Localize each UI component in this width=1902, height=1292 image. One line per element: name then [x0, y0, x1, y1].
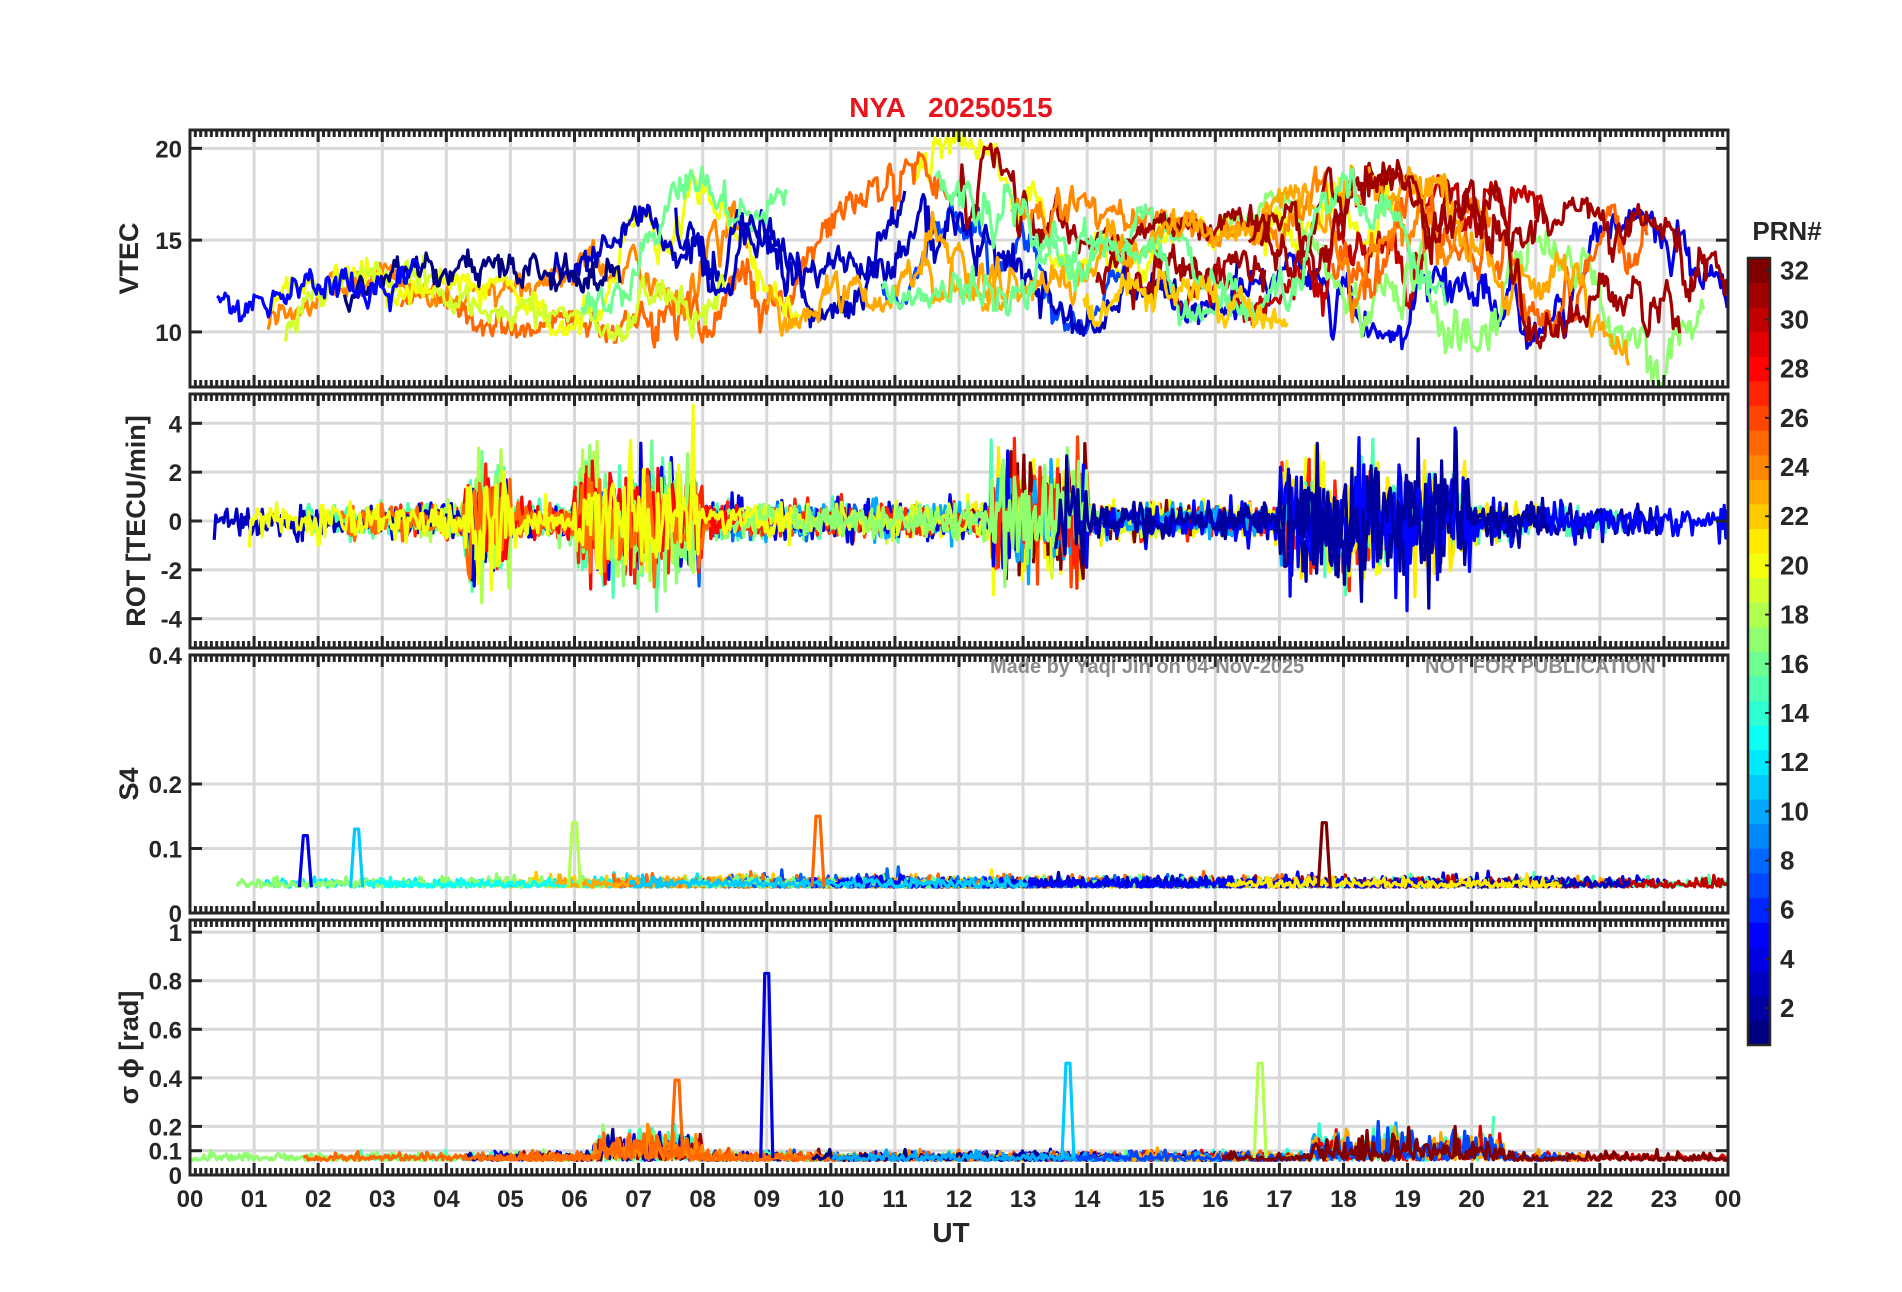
panel-sigma_phi: 00.10.20.40.60.81σ ϕ [rad] — [114, 918, 1730, 1190]
grid — [190, 920, 1728, 1175]
colorbar-tick-label: 2 — [1780, 993, 1794, 1023]
colorbar-segment — [1748, 1020, 1770, 1046]
x-tick-label: 00 — [177, 1186, 204, 1213]
y-tick-label: 0.2 — [149, 772, 182, 799]
x-tick-label: 17 — [1266, 1186, 1293, 1213]
colorbar-segment — [1748, 676, 1770, 702]
x-tick-label: 11 — [882, 1186, 907, 1213]
colorbar-tick-label: 24 — [1780, 452, 1809, 482]
colorbar-segment — [1748, 430, 1770, 456]
figure: NYA 20250515 101520VTEC-4-2024ROT [TECU/… — [114, 92, 1822, 1248]
y-tick-label: 0.4 — [149, 643, 183, 670]
x-tick-label: 06 — [561, 1186, 588, 1213]
y-axis-label: VTEC — [114, 222, 144, 294]
x-tick-label: 03 — [369, 1186, 396, 1213]
y-tick-label: 20 — [155, 136, 182, 163]
y-tick-label: 0.1 — [149, 1139, 182, 1166]
colorbar-segment — [1748, 823, 1770, 849]
x-tick-label: 09 — [753, 1186, 780, 1213]
x-tick-label: 04 — [433, 1186, 460, 1213]
x-tick-label: 08 — [689, 1186, 716, 1213]
y-axis-label: σ ϕ [rad] — [114, 991, 144, 1105]
peak-trace — [349, 827, 365, 888]
panel-s4: 00.10.20.4S4 — [114, 643, 1730, 928]
x-tick-label: 13 — [1010, 1186, 1037, 1213]
y-tick-label: 2 — [169, 460, 182, 487]
colorbar-tick-label: 28 — [1780, 354, 1809, 384]
y-tick-label: 1 — [169, 920, 182, 947]
colorbar-segment — [1748, 577, 1770, 603]
y-axis-label: ROT [TECU/min] — [121, 415, 151, 626]
y-tick-label: 10 — [155, 320, 182, 347]
colorbar-tick-label: 6 — [1780, 895, 1794, 925]
traces — [212, 403, 1728, 613]
x-tick-label: 16 — [1202, 1186, 1229, 1213]
x-tick-label: 12 — [946, 1186, 973, 1213]
x-tick-label: 22 — [1586, 1186, 1613, 1213]
publication-watermark: NOT FOR PUBLICATION — [1425, 656, 1656, 678]
colorbar-segment — [1748, 922, 1770, 948]
traces — [235, 814, 1728, 889]
y-tick-label: 0.1 — [149, 837, 182, 864]
colorbar-tick-label: 12 — [1780, 747, 1809, 777]
y-tick-label: 0.8 — [149, 969, 182, 996]
colorbar-segment — [1748, 971, 1770, 997]
colorbar-segment — [1748, 626, 1770, 652]
x-tick-label: 23 — [1651, 1186, 1678, 1213]
y-tick-label: 0 — [169, 509, 182, 536]
x-axis-ticks: 00 01 02 03 04 05 06 07 08 09 10 11 12 13 14 15 16 17 18 19… — [177, 1186, 1742, 1213]
colorbar-tick-label: 32 — [1780, 255, 1809, 285]
x-tick-label: 02 — [305, 1186, 332, 1213]
y-tick-label: 4 — [169, 411, 183, 438]
colorbar-segment — [1748, 774, 1770, 800]
x-tick-label: 07 — [625, 1186, 652, 1213]
colorbar-tick-label: 4 — [1780, 944, 1795, 974]
x-axis-label: UT — [932, 1217, 969, 1248]
colorbar-segment — [1748, 380, 1770, 407]
y-tick-label: 15 — [155, 228, 182, 255]
colorbar-tick-label: 30 — [1780, 304, 1809, 334]
x-tick-label: 18 — [1330, 1186, 1357, 1213]
colorbar-tick-label: 10 — [1780, 796, 1809, 826]
colorbar-segment — [1748, 282, 1770, 308]
y-tick-label: 0.2 — [149, 1114, 182, 1141]
colorbar-tick-label: 20 — [1780, 550, 1809, 580]
panel-rot: -4 -2 0 2 4 ROT [TECU/min] — [121, 392, 1730, 650]
colorbar-tick-label: 18 — [1780, 600, 1809, 630]
traces — [216, 130, 1728, 387]
colorbar-tick-label: 22 — [1780, 501, 1809, 531]
colorbar-tick-label: 14 — [1780, 698, 1809, 728]
x-tick-label: 21 — [1522, 1186, 1549, 1213]
colorbar-segment — [1748, 725, 1770, 751]
colorbar-segment — [1748, 528, 1770, 554]
grid — [190, 130, 1728, 387]
chart-title: NYA 20250515 — [849, 92, 1052, 123]
panel-vtec: 10 15 20 VTEC — [114, 128, 1730, 389]
y-tick-label: 0.6 — [149, 1017, 182, 1044]
colorbar-segment — [1748, 479, 1770, 505]
x-tick-label: 05 — [497, 1186, 524, 1213]
y-tick-label: -4 — [161, 607, 183, 634]
x-tick-label: 00 — [1715, 1186, 1742, 1213]
y-tick-label: 0.4 — [149, 1066, 183, 1093]
x-tick-label: 01 — [241, 1186, 268, 1213]
colorbar-title: PRN# — [1752, 216, 1822, 246]
colorbar: PRN#2468101214161820222426283032 — [1746, 216, 1822, 1047]
peak-trace — [297, 834, 313, 888]
author-watermark: Made by Yaqi Jin on 04-Nov-2025 — [990, 656, 1304, 678]
colorbar-segment — [1748, 331, 1770, 357]
y-axis-label: S4 — [114, 767, 144, 800]
colorbar-segment — [1748, 872, 1770, 898]
x-tick-label: 19 — [1394, 1186, 1421, 1213]
y-tick-label: -2 — [161, 558, 182, 585]
x-tick-label: 10 — [817, 1186, 844, 1213]
x-tick-label: 14 — [1074, 1186, 1101, 1213]
colorbar-tick-label: 26 — [1780, 403, 1809, 433]
x-tick-label: 20 — [1458, 1186, 1485, 1213]
colorbar-tick-label: 16 — [1780, 649, 1809, 679]
x-tick-label: 15 — [1138, 1186, 1165, 1213]
colorbar-tick-label: 8 — [1780, 846, 1794, 876]
grid — [190, 655, 1728, 913]
